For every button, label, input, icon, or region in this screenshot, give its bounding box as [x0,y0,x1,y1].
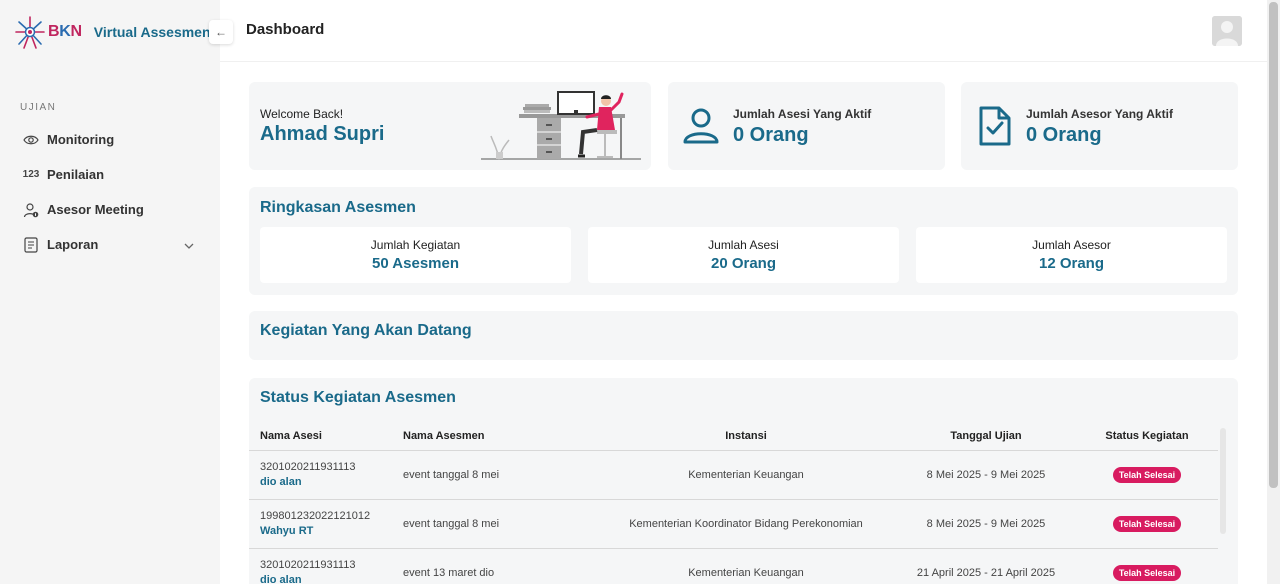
summary-label: Jumlah Asesi [708,238,779,252]
stat-card-asesor: Jumlah Asesor Yang Aktif 0 Orang [961,82,1238,170]
summary-value: 50 Asesmen [372,255,459,272]
summary-value: 12 Orang [1038,255,1105,272]
asesi-nip: 3201020211931113 [260,461,356,473]
sidebar-item-penilaian[interactable]: 123 Penilaian [0,157,220,192]
chevron-down-icon[interactable] [184,237,194,252]
stat-label: Jumlah Asesi Yang Aktif [733,107,872,121]
cell-instansi: Kementerian Keuangan [596,548,896,584]
summary-label: Jumlah Kegiatan [370,238,461,252]
summary-box-kegiatan: Jumlah Kegiatan 50 Asesmen [260,227,571,283]
column-header: Nama Asesmen [392,422,596,451]
sidebar-item-label: Asesor Meeting [47,202,144,217]
cell-asesi: 3201020211931113 dio alan [249,450,392,500]
user-name: Ahmad Supri [260,123,385,145]
summary-box-asesor: Jumlah Asesor 12 Orang [916,227,1227,283]
status-table: Nama Asesi Nama Asesmen Instansi Tanggal… [249,422,1218,584]
brand-logo-text: BKN [48,23,82,40]
cell-tanggal: 21 April 2025 - 21 April 2025 [896,548,1076,584]
header: Dashboard [220,0,1267,62]
summary-label: Jumlah Asesor [1032,238,1111,252]
sidebar-item-label: Penilaian [47,167,105,182]
status-badge: Telah Selesai [1112,564,1182,581]
table-row[interactable]: 3201020211931113 dio alan event 13 maret… [249,548,1218,584]
section-title: Status Kegiatan Asesmen [260,389,456,406]
status-badge: Telah Selesai [1112,515,1182,532]
sidebar-section-label: UJIAN [20,102,57,113]
stat-value: 0 Orang [1026,124,1102,146]
stat-card-asesi: Jumlah Asesi Yang Aktif 0 Orang [668,82,945,170]
user-info-icon [22,201,40,219]
stat-label: Jumlah Asesor Yang Aktif [1026,107,1173,121]
page-scrollbar-thumb[interactable] [1269,2,1278,488]
user-icon [683,108,719,144]
asesi-nip: 3201020211931113 [260,559,356,571]
avatar[interactable] [1212,16,1242,46]
status-kegiatan-card: Status Kegiatan Asesmen Nama Asesi Nama … [249,378,1238,584]
summary-box-asesi: Jumlah Asesi 20 Orang [588,227,899,283]
cell-tanggal: 8 Mei 2025 - 9 Mei 2025 [896,450,1076,500]
table-row[interactable]: 3201020211931113 dio alan event tanggal … [249,450,1218,500]
sidebar-item-asesor-meeting[interactable]: Asesor Meeting [0,192,220,227]
table-scrollbar[interactable] [1220,428,1226,534]
desk-illustration-icon [481,91,641,160]
welcome-greeting: Welcome Back! [260,107,344,121]
sidebar-item-label: Laporan [47,237,99,252]
status-badge: Telah Selesai [1112,466,1182,483]
cell-asesmen: event tanggal 8 mei [392,499,596,549]
report-icon [22,236,40,254]
welcome-card: Welcome Back! Ahmad Supri [249,82,651,170]
cell-asesi: 199801232022121012 Wahyu RT [249,499,392,549]
sidebar: BKN Virtual Assesment UJIAN Monitoring 1… [0,0,220,584]
column-header: Status Kegiatan [1076,422,1218,451]
page-title: Dashboard [246,21,325,38]
cell-asesmen: event 13 maret dio [392,548,596,584]
section-title: Ringkasan Asesmen [260,199,416,216]
column-header: Nama Asesi [249,422,392,451]
asesi-nip: 199801232022121012 [260,510,371,522]
sidebar-item-laporan[interactable]: Laporan [0,227,220,262]
stat-value: 0 Orang [733,124,809,146]
cell-instansi: Kementerian Koordinator Bidang Perekonom… [596,499,896,549]
bkn-logo-icon [15,16,45,49]
cell-status: Telah Selesai [1076,548,1218,584]
document-check-icon [979,106,1011,146]
user-avatar-icon [1212,16,1242,46]
app-name: Virtual Assesment [93,24,216,40]
sidebar-nav: Monitoring 123 Penilaian Asesor Meeting … [0,122,220,262]
section-title: Kegiatan Yang Akan Datang [260,322,472,339]
sidebar-item-monitoring[interactable]: Monitoring [0,122,220,157]
cell-asesi: 3201020211931113 dio alan [249,548,392,584]
table-row[interactable]: 199801232022121012 Wahyu RT event tangga… [249,499,1218,549]
sidebar-collapse-button[interactable]: ← [209,20,233,44]
column-header: Tanggal Ujian [896,422,1076,451]
asesi-name: dio alan [260,476,302,488]
asesi-name: dio alan [260,574,302,584]
cell-instansi: Kementerian Keuangan [596,450,896,500]
sidebar-item-label: Monitoring [47,132,115,147]
cell-asesmen: event tanggal 8 mei [392,450,596,500]
app: BKN Virtual Assesment UJIAN Monitoring 1… [0,0,1280,584]
eye-icon [22,131,40,149]
numbers-icon: 123 [22,169,40,180]
ringkasan-asesmen-card: Ringkasan Asesmen Jumlah Kegiatan 50 Ase… [249,187,1238,295]
cell-tanggal: 8 Mei 2025 - 9 Mei 2025 [896,499,1076,549]
column-header: Instansi [596,422,896,451]
table-header-row: Nama Asesi Nama Asesmen Instansi Tanggal… [249,422,1218,451]
cell-status: Telah Selesai [1076,450,1218,500]
cell-status: Telah Selesai [1076,499,1218,549]
asesi-name: Wahyu RT [260,525,314,537]
upcoming-activities-card: Kegiatan Yang Akan Datang [249,311,1238,360]
page-scrollbar[interactable] [1267,0,1280,584]
summary-value: 20 Orang [710,255,777,272]
brand[interactable]: BKN Virtual Assesment [14,12,215,52]
